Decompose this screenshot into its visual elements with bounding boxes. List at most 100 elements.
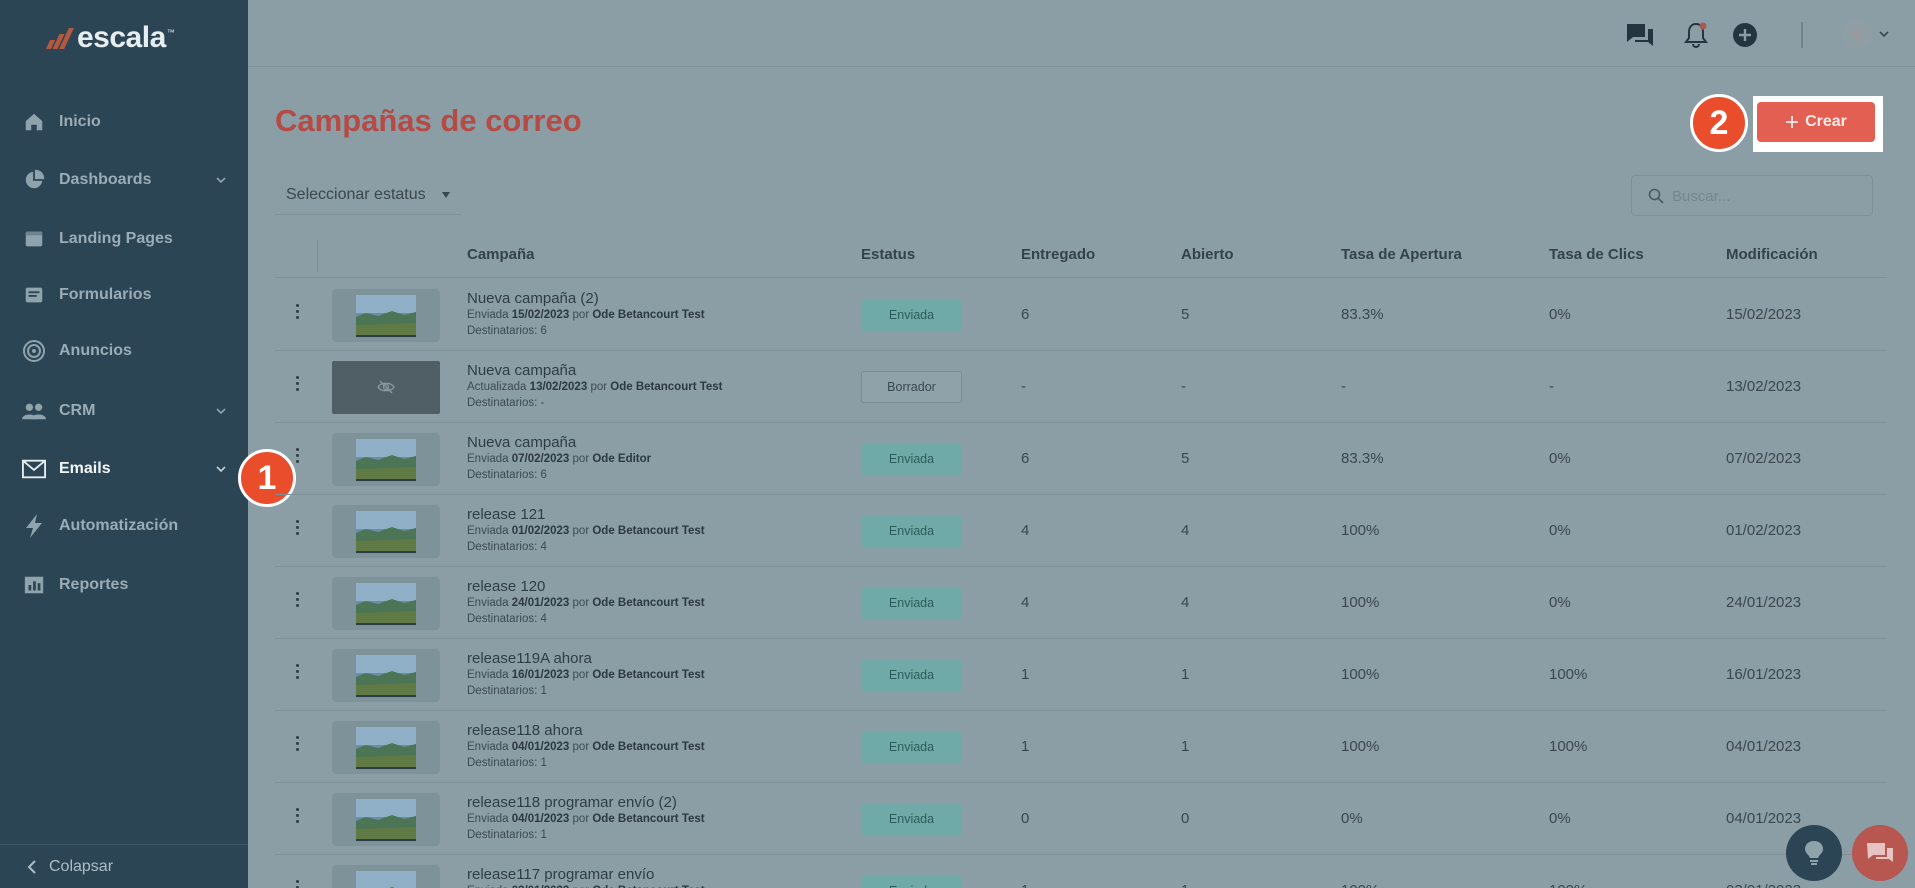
column-header-campaign[interactable]: Campaña [467,246,535,263]
status-select[interactable]: Seleccionar estatus [275,175,461,215]
column-header-opened[interactable]: Abierto [1181,246,1234,263]
campaign-meta: Actualizada 13/02/2023 por Ode Betancour… [467,381,723,393]
campaign-thumbnail[interactable] [332,505,440,558]
status-badge: Enviada [861,299,962,331]
sidebar-item-inicio[interactable]: Inicio [0,102,248,142]
row-actions-kebab-icon[interactable] [294,880,300,888]
campaign-by: por [572,813,590,825]
click-rate-value: 100% [1549,882,1587,888]
campaign-by: por [572,669,590,681]
campaign-name[interactable]: release118 ahora [467,722,583,739]
campaign-name[interactable]: release118 programar envío (2) [467,794,677,811]
chat-support-button[interactable] [1852,825,1908,881]
caret-down-icon [442,192,450,198]
browser-window-icon [22,227,46,251]
campaign-date: 04/01/2023 [511,741,570,753]
campaign-thumbnail[interactable] [332,865,440,888]
status-badge: Enviada [861,515,962,547]
campaign-thumbnail-image [356,871,416,888]
column-header-modified[interactable]: Modificación [1726,246,1818,263]
home-icon [22,110,46,134]
row-actions-kebab-icon[interactable] [294,520,300,535]
campaign-thumbnail[interactable] [332,577,440,630]
campaign-thumbnail[interactable] [332,433,440,486]
campaign-recipients: Destinatarios: 4 [467,613,547,625]
add-circle-icon[interactable] [1730,20,1760,50]
form-icon [22,283,46,307]
sidebar-item-reportes[interactable]: Reportes [0,565,248,605]
sidebar-item-crm[interactable]: CRM [0,391,248,431]
campaign-thumbnail[interactable] [332,361,440,414]
notification-bell-icon[interactable] [1681,20,1711,50]
row-actions-kebab-icon[interactable] [294,736,300,751]
tips-button[interactable] [1786,825,1842,881]
sidebar-item-landing-pages[interactable]: Landing Pages [0,219,248,259]
chat-icon[interactable] [1625,20,1655,50]
status-badge: Enviada [861,803,962,835]
table-row[interactable]: release118 ahora Enviada 04/01/2023 por O… [275,711,1887,783]
campaign-name[interactable]: release119A ahora [467,650,592,667]
sidebar-item-emails[interactable]: Emails [0,449,248,489]
campaign-thumbnail[interactable] [332,793,440,846]
sidebar-item-dashboards[interactable]: Dashboards [0,160,248,200]
table-row[interactable]: Nueva campaña Enviada 07/02/2023 por Ode … [275,423,1887,495]
row-actions-kebab-icon[interactable] [294,592,300,607]
campaign-name[interactable]: release 120 [467,578,545,595]
campaign-thumbnail-image [356,655,416,697]
table-row[interactable]: release119A ahora Enviada 16/01/2023 por … [275,639,1887,711]
sidebar-item-formularios[interactable]: Formularios [0,275,248,315]
escala-logo[interactable]: escala ™ [45,20,175,56]
campaign-name[interactable]: Nueva campaña [467,434,576,451]
row-actions-kebab-icon[interactable] [294,304,300,319]
status-badge: Enviada [861,875,962,888]
table-row[interactable]: release118 programar envío (2) Enviada 04… [275,783,1887,855]
row-actions-kebab-icon[interactable] [294,448,300,463]
campaign-date: 13/02/2023 [529,381,588,393]
sidebar-item-label: Automatización [59,517,179,534]
sidebar-item-anuncios[interactable]: Anuncios [0,331,248,371]
chevron-down-icon[interactable] [214,462,228,476]
table-row[interactable]: release 120 Enviada 24/01/2023 por Ode Be… [275,567,1887,639]
campaign-name[interactable]: Nueva campaña (2) [467,290,599,307]
chevron-down-icon[interactable] [214,404,228,418]
campaign-name[interactable]: Nueva campaña [467,362,576,379]
campaign-by: por [572,597,590,609]
modified-value: 03/01/2023 [1726,882,1801,888]
click-rate-value: 0% [1549,594,1571,611]
campaign-author: Ode Betancourt Test [592,597,705,609]
sidebar-item-automatizacion[interactable]: Automatización [0,506,248,546]
create-button[interactable]: Crear [1757,102,1875,142]
campaign-thumbnail[interactable] [332,649,440,702]
campaign-author: Ode Betancourt Test [592,309,705,321]
row-actions-kebab-icon[interactable] [294,664,300,679]
column-header-open-rate[interactable]: Tasa de Apertura [1341,246,1462,263]
campaign-thumbnail[interactable] [332,721,440,774]
status-badge: Enviada [861,587,962,619]
open-rate-value: 100% [1341,738,1380,755]
column-header-status[interactable]: Estatus [861,246,915,263]
chevron-down-icon[interactable] [214,173,228,187]
logo-mark-icon [45,27,74,49]
table-row[interactable]: Nueva campaña (2) Enviada 15/02/2023 por … [275,279,1887,351]
table-row[interactable]: release 121 Enviada 01/02/2023 por Ode Be… [275,495,1887,567]
sidebar-item-label: Reportes [59,576,129,593]
campaign-thumbnail[interactable] [332,289,440,342]
table-row[interactable]: Nueva campaña Actualizada 13/02/2023 por … [275,351,1887,423]
column-header-delivered[interactable]: Entregado [1021,246,1095,263]
collapse-sidebar-button[interactable]: Colapsar [0,844,248,888]
click-rate-value: - [1549,378,1554,395]
row-actions-kebab-icon[interactable] [294,808,300,823]
top-bar: V [248,0,1915,67]
delivered-value: 1 [1021,882,1029,888]
delivered-value: 4 [1021,522,1030,539]
column-header-click-rate[interactable]: Tasa de Clics [1549,246,1644,263]
campaign-name[interactable]: release117 programar envío [467,866,654,883]
open-rate-value: 83.3% [1341,306,1384,323]
campaign-name[interactable]: release 121 [467,506,545,523]
search-input[interactable] [1672,185,1862,207]
avatar[interactable]: V [1842,19,1872,49]
chevron-down-icon[interactable] [1878,28,1890,40]
opened-value: 0 [1181,810,1190,827]
table-row[interactable]: release117 programar envío Enviada 03/01/… [275,855,1887,888]
row-actions-kebab-icon[interactable] [294,376,300,391]
